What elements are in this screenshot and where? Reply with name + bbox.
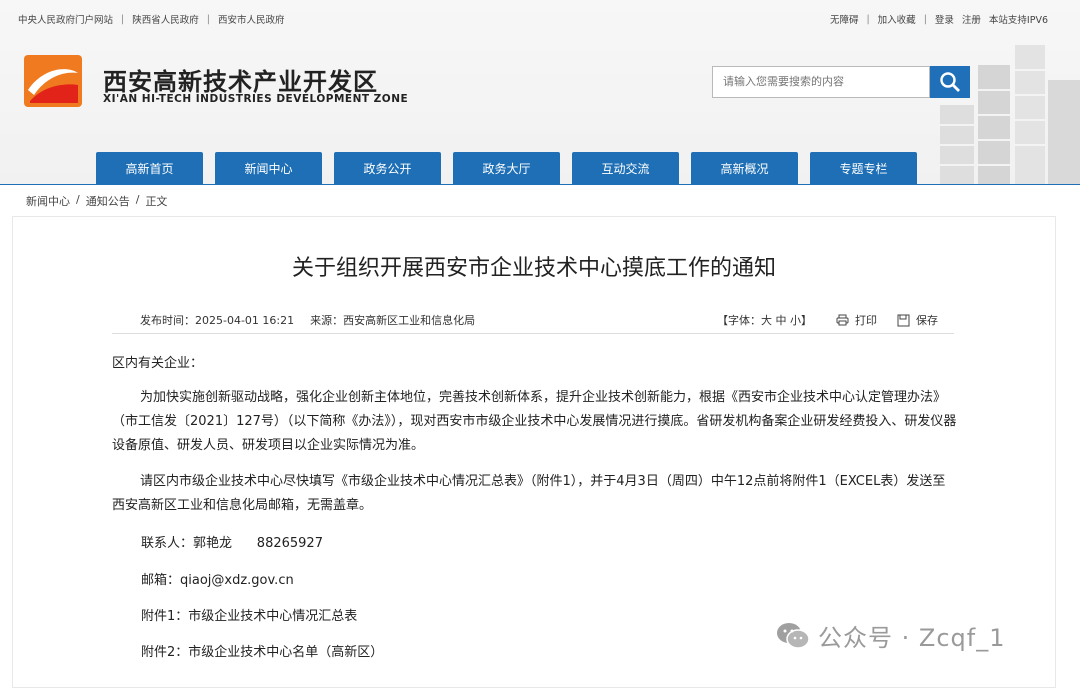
article-tools: 【字体：大 中 小】 打印 保存 — [717, 312, 938, 328]
separator: | — [206, 13, 210, 25]
nav-government-affairs[interactable]: 政务公开 — [334, 152, 441, 185]
article-source: 来源：西安高新区工业和信息化局 — [310, 314, 476, 327]
save-button[interactable]: 保存 — [916, 312, 938, 328]
breadcrumb-separator: / — [135, 193, 140, 206]
article-paragraph-1: 为加快实施创新驱动战略，强化企业创新主体地位，完善技术创新体系，提升企业技术创新… — [112, 390, 957, 453]
attachment-2[interactable]: 附件2：市级企业技术中心名单（高新区） — [141, 641, 383, 660]
site-name: 西安高新技术产业开发区 — [103, 68, 378, 96]
favorite-link[interactable]: 加入收藏 — [878, 12, 916, 26]
print-icon[interactable] — [836, 314, 849, 326]
accessibility-link[interactable]: 无障碍 — [830, 12, 859, 26]
shaanxi-gov-link[interactable]: 陕西省人民政府 — [132, 12, 199, 26]
top-links-right: 无障碍 | 加入收藏 | 登录 注册 本站支持IPV6 — [830, 12, 1048, 27]
top-bar: 中央人民政府门户网站 | 陕西省人民政府 | 西安市人民政府 无障碍 | 加入收藏 | … — [0, 0, 1080, 34]
print-button[interactable]: 打印 — [855, 312, 877, 328]
nav-service-hall[interactable]: 政务大厅 — [453, 152, 560, 185]
separator: | — [923, 13, 927, 25]
search-box — [712, 66, 930, 98]
login-link[interactable]: 登录 — [935, 12, 954, 26]
city-buildings-graphic — [940, 45, 1080, 185]
article-paragraph-2: 请区内市级企业技术中心尽快填写《市级企业技术中心情况汇总表》（附件1），并于4月… — [112, 474, 946, 513]
breadcrumb-notices[interactable]: 通知公告 — [86, 193, 130, 209]
separator: | — [866, 13, 870, 25]
separator: | — [121, 13, 125, 25]
nav-home[interactable]: 高新首页 — [96, 152, 203, 185]
nav-overview[interactable]: 高新概况 — [691, 152, 798, 185]
breadcrumb-news-center[interactable]: 新闻中心 — [26, 193, 70, 209]
ipv6-text: 本站支持IPV6 — [988, 15, 1048, 26]
register-link[interactable]: 注册 — [962, 12, 981, 26]
site-logo[interactable] — [24, 55, 82, 107]
site-english-name: XI'AN HI-TECH INDUSTRIES DEVELOPMENT ZON… — [103, 93, 409, 105]
top-links-left: 中央人民政府门户网站 | 陕西省人民政府 | 西安市人民政府 — [18, 12, 285, 27]
attachment-1[interactable]: 附件1：市级企业技术中心情况汇总表 — [141, 605, 357, 624]
contact-person: 联系人：郭艳龙 88265927 — [141, 536, 323, 551]
article-title: 关于组织开展西安市企业技术中心摸底工作的通知 — [291, 256, 776, 281]
watermark-text: 公众号 · Zcqf_1 — [818, 624, 1006, 652]
font-size-control[interactable]: 【字体：大 中 小】 — [717, 312, 812, 328]
article-meta: 发布时间：2025-04-01 16:21 来源：西安高新区工业和信息化局 — [140, 312, 475, 328]
meta-divider — [112, 333, 954, 334]
site-header: 中央人民政府门户网站 | 陕西省人民政府 | 西安市人民政府 无障碍 | 加入收藏 | … — [0, 0, 1080, 185]
wechat-icon — [777, 622, 810, 649]
search-input[interactable] — [713, 75, 925, 89]
gov-portal-link[interactable]: 中央人民政府门户网站 — [18, 12, 113, 26]
nav-interaction[interactable]: 互动交流 — [572, 152, 679, 185]
nav-news-center[interactable]: 新闻中心 — [215, 152, 322, 185]
nav-special-topics[interactable]: 专题专栏 — [810, 152, 917, 185]
xian-gov-link[interactable]: 西安市人民政府 — [218, 12, 285, 26]
main-nav: 高新首页 新闻中心 政务公开 政务大厅 互动交流 高新概况 专题专栏 — [96, 152, 917, 185]
contact-email: 邮箱：qiaoj@xdz.gov.cn — [141, 573, 294, 588]
watermark: 公众号 · Zcqf_1 — [776, 618, 1005, 653]
save-icon[interactable] — [897, 314, 910, 327]
breadcrumb-current: 正文 — [145, 195, 168, 208]
breadcrumb-separator: / — [76, 193, 80, 206]
nav-divider — [0, 184, 1080, 185]
article-greeting: 区内有关企业： — [112, 356, 204, 371]
publish-time: 发布时间：2025-04-01 16:21 — [140, 314, 295, 327]
breadcrumb: 新闻中心 / 通知公告 / 正文 — [26, 193, 167, 209]
